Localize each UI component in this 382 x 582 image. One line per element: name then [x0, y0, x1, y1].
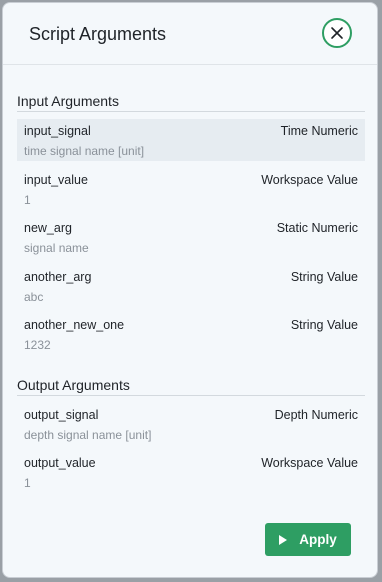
arg-type: String Value — [290, 270, 358, 284]
arg-type: Workspace Value — [261, 456, 358, 470]
arg-type: Depth Numeric — [274, 408, 358, 422]
output-arg-row-output-value[interactable]: output_value Workspace Value 1 — [17, 451, 365, 493]
close-icon — [330, 26, 344, 40]
input-arg-row-new-arg[interactable]: new_arg Static Numeric signal name — [17, 216, 365, 258]
arg-name: output_value — [24, 456, 96, 470]
close-button[interactable] — [322, 18, 352, 48]
apply-label: Apply — [299, 531, 337, 547]
arg-name: another_arg — [24, 270, 92, 284]
dialog-title: Script Arguments — [29, 24, 167, 44]
input-arg-row-input-value[interactable]: input_value Workspace Value 1 — [17, 168, 365, 210]
arg-value: time signal name [unit] — [24, 144, 145, 158]
apply-button[interactable]: Apply — [265, 523, 351, 556]
arg-value: signal name — [24, 241, 89, 255]
dialog-header: Script Arguments — [3, 3, 377, 65]
arg-value: 1232 — [24, 338, 51, 352]
arg-type: String Value — [290, 318, 358, 332]
arg-name: output_signal — [24, 408, 99, 422]
play-icon — [279, 534, 288, 545]
input-arg-row-another-new-one[interactable]: another_new_one String Value 1232 — [17, 313, 365, 355]
arg-type: Static Numeric — [276, 221, 358, 235]
input-arguments-heading: Input Arguments — [17, 93, 119, 109]
input-arg-row-input-signal[interactable]: input_signal Time Numeric time signal na… — [17, 119, 365, 161]
arg-name: another_new_one — [24, 318, 125, 332]
arg-value: abc — [24, 290, 44, 304]
arg-value: 1 — [24, 193, 31, 207]
section-divider — [17, 395, 365, 396]
arg-name: input_signal — [24, 124, 91, 138]
output-arguments-heading: Output Arguments — [17, 377, 130, 393]
script-arguments-dialog: Script Arguments Input Arguments input_s… — [2, 2, 378, 578]
output-arg-row-output-signal[interactable]: output_signal Depth Numeric depth signal… — [17, 403, 365, 445]
input-arg-row-another-arg[interactable]: another_arg String Value abc — [17, 265, 365, 307]
arg-value: 1 — [24, 476, 31, 490]
arg-name: input_value — [24, 173, 88, 187]
arg-type: Time Numeric — [280, 124, 358, 138]
arg-value: depth signal name [unit] — [24, 428, 152, 442]
arg-type: Workspace Value — [261, 173, 358, 187]
section-divider — [17, 111, 365, 112]
arg-name: new_arg — [24, 221, 72, 235]
